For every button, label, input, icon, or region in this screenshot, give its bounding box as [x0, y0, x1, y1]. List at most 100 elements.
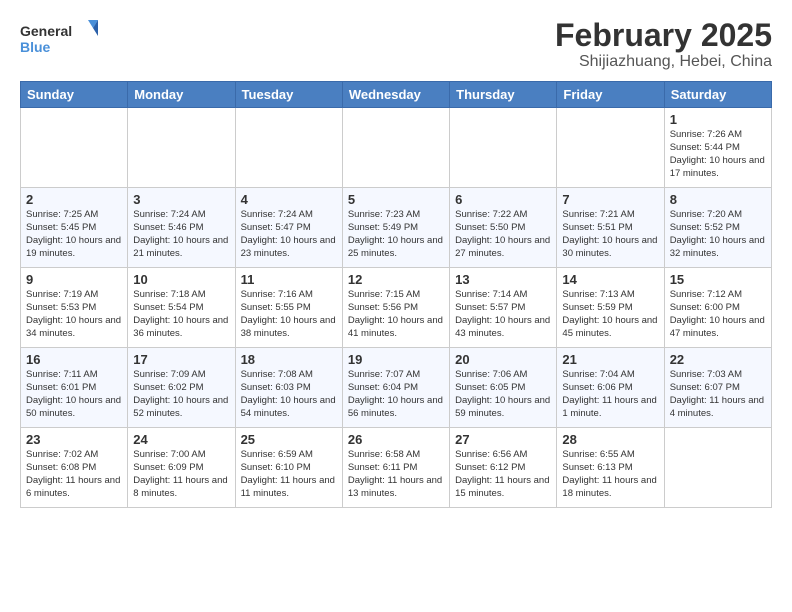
day-info: Sunrise: 7:24 AM Sunset: 5:46 PM Dayligh… [133, 209, 229, 260]
header: General Blue February 2025 Shijiazhuang,… [20, 18, 772, 71]
day-info: Sunrise: 7:08 AM Sunset: 6:03 PM Dayligh… [241, 369, 337, 420]
svg-text:General: General [20, 23, 72, 39]
logo-svg: General Blue [20, 18, 100, 58]
calendar-cell: 10 Sunrise: 7:18 AM Sunset: 5:54 PM Dayli… [128, 268, 235, 348]
day-info: Sunrise: 7:00 AM Sunset: 6:09 PM Dayligh… [133, 449, 229, 500]
day-number: 13 [455, 272, 551, 287]
day-number: 21 [562, 352, 658, 367]
calendar-week-2: 9 Sunrise: 7:19 AM Sunset: 5:53 PM Daylig… [21, 268, 772, 348]
calendar-cell: 15 Sunrise: 7:12 AM Sunset: 6:00 PM Dayli… [664, 268, 771, 348]
day-info: Sunrise: 7:23 AM Sunset: 5:49 PM Dayligh… [348, 209, 444, 260]
calendar-cell: 4Sunrise: 7:24 AM Sunset: 5:47 PM Daylig… [235, 188, 342, 268]
calendar-cell: 13 Sunrise: 7:14 AM Sunset: 5:57 PM Dayli… [450, 268, 557, 348]
location: Shijiazhuang, Hebei, China [555, 53, 772, 71]
day-number: 12 [348, 272, 444, 287]
calendar-cell: 17 Sunrise: 7:09 AM Sunset: 6:02 PM Dayli… [128, 348, 235, 428]
col-wednesday: Wednesday [342, 82, 449, 108]
calendar-cell [235, 108, 342, 188]
day-number: 2 [26, 192, 122, 207]
day-number: 22 [670, 352, 766, 367]
day-number: 28 [562, 432, 658, 447]
col-monday: Monday [128, 82, 235, 108]
col-sunday: Sunday [21, 82, 128, 108]
day-info: Sunrise: 6:59 AM Sunset: 6:10 PM Dayligh… [241, 449, 337, 500]
calendar-cell [557, 108, 664, 188]
calendar-cell: 1 Sunrise: 7:26 AM Sunset: 5:44 PM Daylig… [664, 108, 771, 188]
day-info: Sunrise: 6:58 AM Sunset: 6:11 PM Dayligh… [348, 449, 444, 500]
day-number: 3 [133, 192, 229, 207]
logo: General Blue [20, 18, 100, 58]
day-info: Sunrise: 7:03 AM Sunset: 6:07 PM Dayligh… [670, 369, 766, 420]
svg-text:Blue: Blue [20, 39, 51, 55]
calendar-cell: 19 Sunrise: 7:07 AM Sunset: 6:04 PM Dayli… [342, 348, 449, 428]
day-number: 15 [670, 272, 766, 287]
day-number: 18 [241, 352, 337, 367]
calendar-week-4: 23 Sunrise: 7:02 AM Sunset: 6:08 PM Dayli… [21, 428, 772, 508]
day-info: Sunrise: 6:55 AM Sunset: 6:13 PM Dayligh… [562, 449, 658, 500]
col-friday: Friday [557, 82, 664, 108]
calendar-cell: 8Sunrise: 7:20 AM Sunset: 5:52 PM Daylig… [664, 188, 771, 268]
calendar-table: Sunday Monday Tuesday Wednesday Thursday… [20, 81, 772, 508]
day-info: Sunrise: 7:20 AM Sunset: 5:52 PM Dayligh… [670, 209, 766, 260]
calendar-cell: 6Sunrise: 7:22 AM Sunset: 5:50 PM Daylig… [450, 188, 557, 268]
calendar-week-0: 1 Sunrise: 7:26 AM Sunset: 5:44 PM Daylig… [21, 108, 772, 188]
day-number: 9 [26, 272, 122, 287]
day-info: Sunrise: 7:07 AM Sunset: 6:04 PM Dayligh… [348, 369, 444, 420]
col-thursday: Thursday [450, 82, 557, 108]
calendar-header-row: Sunday Monday Tuesday Wednesday Thursday… [21, 82, 772, 108]
day-info: Sunrise: 7:22 AM Sunset: 5:50 PM Dayligh… [455, 209, 551, 260]
day-info: Sunrise: 7:06 AM Sunset: 6:05 PM Dayligh… [455, 369, 551, 420]
day-info: Sunrise: 7:11 AM Sunset: 6:01 PM Dayligh… [26, 369, 122, 420]
day-number: 25 [241, 432, 337, 447]
calendar-cell: 28 Sunrise: 6:55 AM Sunset: 6:13 PM Dayli… [557, 428, 664, 508]
calendar-cell: 27 Sunrise: 6:56 AM Sunset: 6:12 PM Dayli… [450, 428, 557, 508]
day-info: Sunrise: 7:15 AM Sunset: 5:56 PM Dayligh… [348, 289, 444, 340]
calendar-cell: 3 Sunrise: 7:24 AM Sunset: 5:46 PM Daylig… [128, 188, 235, 268]
day-number: 16 [26, 352, 122, 367]
calendar-week-3: 16 Sunrise: 7:11 AM Sunset: 6:01 PM Dayli… [21, 348, 772, 428]
day-number: 5 [348, 192, 444, 207]
day-info: Sunrise: 7:26 AM Sunset: 5:44 PM Dayligh… [670, 129, 766, 180]
day-info: Sunrise: 7:16 AM Sunset: 5:55 PM Dayligh… [241, 289, 337, 340]
page-container: General Blue February 2025 Shijiazhuang,… [0, 0, 792, 518]
day-info: Sunrise: 6:56 AM Sunset: 6:12 PM Dayligh… [455, 449, 551, 500]
calendar-cell: 11Sunrise: 7:16 AM Sunset: 5:55 PM Dayli… [235, 268, 342, 348]
day-number: 10 [133, 272, 229, 287]
calendar-cell: 12 Sunrise: 7:15 AM Sunset: 5:56 PM Dayli… [342, 268, 449, 348]
day-number: 24 [133, 432, 229, 447]
month-title: February 2025 [555, 18, 772, 53]
day-number: 23 [26, 432, 122, 447]
calendar-week-1: 2 Sunrise: 7:25 AM Sunset: 5:45 PM Daylig… [21, 188, 772, 268]
calendar-cell: 2 Sunrise: 7:25 AM Sunset: 5:45 PM Daylig… [21, 188, 128, 268]
day-number: 19 [348, 352, 444, 367]
calendar-cell [342, 108, 449, 188]
calendar-cell [21, 108, 128, 188]
col-saturday: Saturday [664, 82, 771, 108]
day-number: 17 [133, 352, 229, 367]
calendar-cell [128, 108, 235, 188]
calendar-cell: 26 Sunrise: 6:58 AM Sunset: 6:11 PM Dayli… [342, 428, 449, 508]
day-info: Sunrise: 7:19 AM Sunset: 5:53 PM Dayligh… [26, 289, 122, 340]
day-info: Sunrise: 7:12 AM Sunset: 6:00 PM Dayligh… [670, 289, 766, 340]
day-info: Sunrise: 7:02 AM Sunset: 6:08 PM Dayligh… [26, 449, 122, 500]
day-number: 1 [670, 112, 766, 127]
day-info: Sunrise: 7:09 AM Sunset: 6:02 PM Dayligh… [133, 369, 229, 420]
calendar-cell: 20Sunrise: 7:06 AM Sunset: 6:05 PM Dayli… [450, 348, 557, 428]
calendar-cell: 18 Sunrise: 7:08 AM Sunset: 6:03 PM Dayli… [235, 348, 342, 428]
day-info: Sunrise: 7:13 AM Sunset: 5:59 PM Dayligh… [562, 289, 658, 340]
day-info: Sunrise: 7:18 AM Sunset: 5:54 PM Dayligh… [133, 289, 229, 340]
day-number: 27 [455, 432, 551, 447]
calendar-cell: 22 Sunrise: 7:03 AM Sunset: 6:07 PM Dayli… [664, 348, 771, 428]
calendar-cell: 21 Sunrise: 7:04 AM Sunset: 6:06 PM Dayli… [557, 348, 664, 428]
calendar-cell: 16 Sunrise: 7:11 AM Sunset: 6:01 PM Dayli… [21, 348, 128, 428]
day-info: Sunrise: 7:04 AM Sunset: 6:06 PM Dayligh… [562, 369, 658, 420]
day-number: 26 [348, 432, 444, 447]
calendar-cell: 23 Sunrise: 7:02 AM Sunset: 6:08 PM Dayli… [21, 428, 128, 508]
calendar-cell: 24 Sunrise: 7:00 AM Sunset: 6:09 PM Dayli… [128, 428, 235, 508]
calendar-cell: 7Sunrise: 7:21 AM Sunset: 5:51 PM Daylig… [557, 188, 664, 268]
col-tuesday: Tuesday [235, 82, 342, 108]
day-info: Sunrise: 7:14 AM Sunset: 5:57 PM Dayligh… [455, 289, 551, 340]
day-info: Sunrise: 7:25 AM Sunset: 5:45 PM Dayligh… [26, 209, 122, 260]
day-number: 7 [562, 192, 658, 207]
calendar-cell [664, 428, 771, 508]
